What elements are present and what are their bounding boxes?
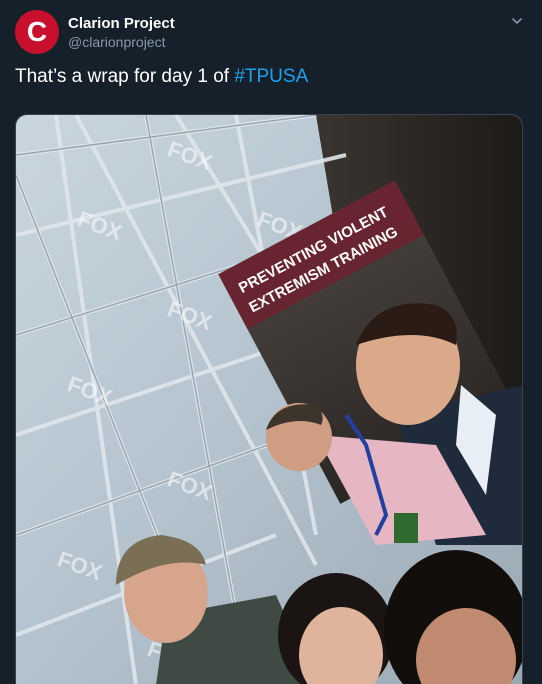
tweet-photo[interactable]: FOX FOX FOX FOX FOX FOX FOX FOX PREVENTI…	[15, 114, 523, 684]
tweet-card[interactable]: C Clarion Project @clarionproject That’s…	[0, 0, 542, 684]
avatar-logo-letter: C	[26, 16, 48, 47]
author-display-name[interactable]: Clarion Project	[68, 15, 175, 32]
hashtag-link[interactable]: #TPUSA	[234, 66, 308, 87]
author-handle[interactable]: @clarionproject	[68, 34, 165, 50]
avatar[interactable]: C	[15, 10, 59, 54]
tweet-text-body: That’s a wrap for day 1 of	[15, 66, 235, 87]
chevron-down-icon[interactable]	[510, 14, 524, 28]
tweet-text: That’s a wrap for day 1 of #TPUSA	[15, 66, 308, 88]
